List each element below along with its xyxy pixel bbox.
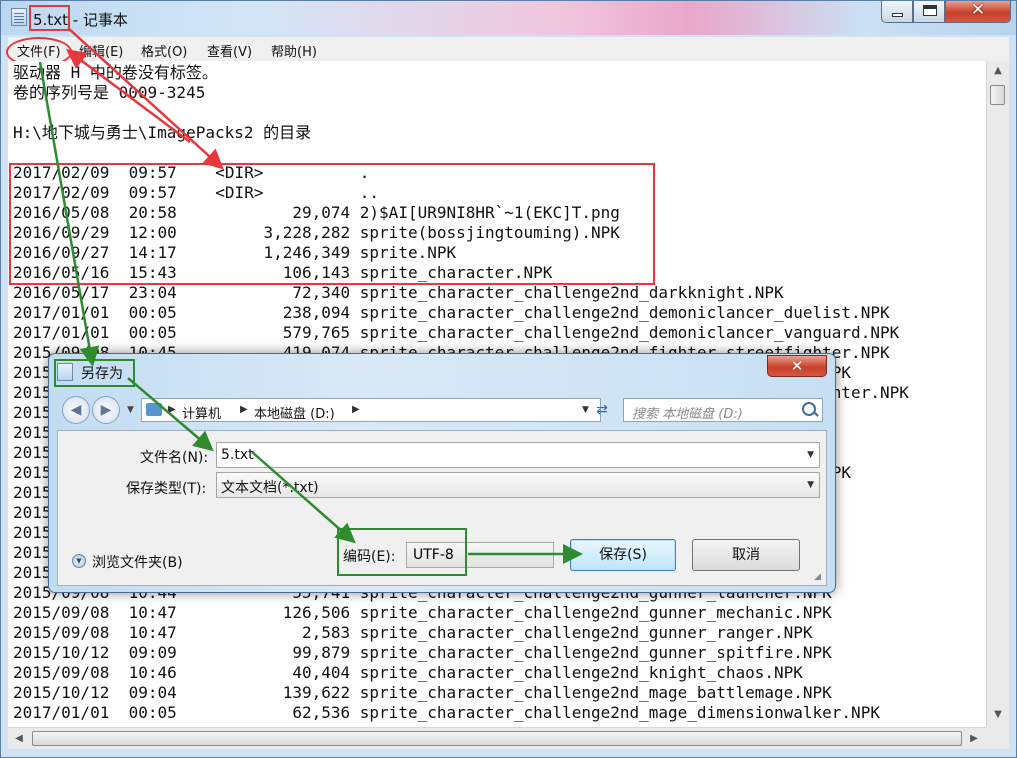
menu-bar: 文件(F) 编辑(E) 格式(O) 查看(V) 帮助(H) bbox=[8, 37, 1009, 61]
scroll-left-icon[interactable]: ◀ bbox=[8, 728, 30, 749]
search-icon[interactable] bbox=[802, 402, 816, 416]
breadcrumb-chevron-icon[interactable]: ▶ bbox=[352, 404, 360, 415]
scroll-up-icon[interactable]: ▲ bbox=[987, 61, 1009, 81]
forward-arrow-icon[interactable]: ▶ bbox=[92, 396, 120, 424]
file-type-label: 保存类型(T): bbox=[126, 481, 207, 497]
close-icon: ✕ bbox=[970, 0, 986, 20]
text-line: 2015/10/12 09:04 139,622 sprite_characte… bbox=[13, 683, 832, 702]
vertical-scroll-thumb[interactable] bbox=[990, 85, 1005, 105]
text-line: 驱动器 H 中的卷没有标签。 bbox=[13, 63, 218, 82]
text-line: 2017/01/01 00:05 579,765 sprite_characte… bbox=[13, 323, 900, 342]
title-appname: - 记事本 bbox=[67, 11, 128, 29]
text-line: H:\地下城与勇士\ImagePacks2 的目录 bbox=[13, 123, 312, 142]
text-line: 2015/09/08 10:46 40,404 sprite_character… bbox=[13, 663, 803, 682]
text-line: 2017/01/01 00:05 238,094 sprite_characte… bbox=[13, 303, 890, 322]
text-line: 2016/09/29 12:00 3,228,282 sprite(bossji… bbox=[13, 223, 620, 242]
minimize-icon bbox=[892, 13, 903, 17]
expand-chevron-icon: ▼ bbox=[72, 554, 86, 568]
notepad-app-icon bbox=[11, 8, 27, 26]
folder-icon bbox=[146, 403, 162, 416]
horizontal-scrollbar[interactable]: ◀ ▶ bbox=[8, 727, 986, 749]
text-line: 2017/01/01 00:05 62,536 sprite_character… bbox=[13, 703, 880, 722]
horizontal-scroll-thumb[interactable] bbox=[32, 731, 962, 746]
text-line: 2016/05/16 15:43 106,143 sprite_characte… bbox=[13, 263, 553, 282]
menu-edit[interactable]: 编辑(E) bbox=[79, 41, 123, 60]
chevron-down-icon[interactable]: ▼ bbox=[807, 480, 814, 490]
chevron-down-icon[interactable]: ▼ bbox=[807, 450, 814, 460]
breadcrumb-chevron-icon[interactable]: ▶ bbox=[240, 404, 248, 415]
scroll-down-icon[interactable]: ▼ bbox=[987, 705, 1009, 725]
resize-grip[interactable] bbox=[986, 727, 1009, 749]
filename-label: 文件名(N): bbox=[140, 450, 209, 466]
minimize-button[interactable] bbox=[881, 1, 913, 23]
cancel-button[interactable]: 取消 bbox=[692, 539, 800, 571]
recent-locations-dropdown-icon[interactable]: ▼ bbox=[127, 405, 134, 415]
title-bar[interactable]: 5.txt - 记事本 ✕ bbox=[1, 1, 1016, 35]
address-dropdown-icon[interactable]: ▼ bbox=[582, 405, 589, 415]
breadcrumb-local-disk[interactable]: 本地磁盘 (D:) bbox=[254, 403, 335, 422]
annotation-box-dialog-title bbox=[54, 359, 135, 387]
address-bar[interactable]: ▶ 计算机 ▶ 本地磁盘 (D:) ▶ ▼ bbox=[141, 398, 601, 422]
text-line: 2016/05/17 23:04 72,340 sprite_character… bbox=[13, 283, 784, 302]
annotation-box-encoding bbox=[337, 528, 467, 576]
file-type-select[interactable]: 文本文档(*.txt) ▼ bbox=[216, 472, 820, 498]
text-line: 卷的序列号是 0009-3245 bbox=[13, 83, 206, 102]
vertical-scrollbar[interactable]: ▲ ▼ bbox=[986, 61, 1009, 727]
text-line: 2016/09/27 14:17 1,246,349 sprite.NPK bbox=[13, 243, 457, 262]
search-placeholder: 搜索 本地磁盘 (D:) bbox=[632, 407, 743, 422]
text-line: 2017/02/09 09:57 <DIR> . bbox=[13, 163, 370, 182]
maximize-icon bbox=[923, 5, 937, 16]
back-arrow-icon[interactable]: ◀ bbox=[62, 396, 90, 424]
text-line: 2015/09/08 10:47 2,583 sprite_character_… bbox=[13, 623, 813, 642]
menu-view[interactable]: 查看(V) bbox=[207, 41, 252, 60]
breadcrumb-computer[interactable]: 计算机 bbox=[182, 403, 221, 422]
dialog-resize-grip[interactable]: ◢ bbox=[814, 572, 821, 582]
text-line: 2015/09/08 10:47 126,506 sprite_characte… bbox=[13, 603, 832, 622]
close-icon: ✕ bbox=[790, 357, 804, 375]
filename-input[interactable]: 5.txt ▼ bbox=[216, 442, 820, 468]
file-type-value: 文本文档(*.txt) bbox=[221, 480, 319, 496]
filename-value: 5.txt bbox=[221, 447, 254, 463]
text-line: 2016/05/08 20:58 29,074 2)$AI[UR9NI8HR`~… bbox=[13, 203, 620, 222]
maximize-button[interactable] bbox=[913, 1, 945, 23]
text-line: 2017/02/09 09:57 <DIR> .. bbox=[13, 183, 380, 202]
menu-format[interactable]: 格式(O) bbox=[141, 41, 187, 60]
menu-help[interactable]: 帮助(H) bbox=[271, 41, 317, 60]
annotation-box-title bbox=[29, 5, 70, 31]
text-line: 2015/10/12 09:09 99,879 sprite_character… bbox=[13, 643, 832, 662]
browse-folders-label: 浏览文件夹(B) bbox=[92, 555, 183, 571]
dialog-close-button[interactable]: ✕ bbox=[767, 355, 827, 377]
search-input[interactable]: 搜索 本地磁盘 (D:) bbox=[623, 398, 823, 422]
breadcrumb-chevron-icon[interactable]: ▶ bbox=[168, 404, 176, 415]
save-button[interactable]: 保存(S) bbox=[570, 539, 676, 571]
refresh-icon[interactable]: ⇄ bbox=[589, 398, 615, 422]
close-button[interactable]: ✕ bbox=[945, 1, 1011, 23]
scroll-right-icon[interactable]: ▶ bbox=[963, 728, 985, 749]
